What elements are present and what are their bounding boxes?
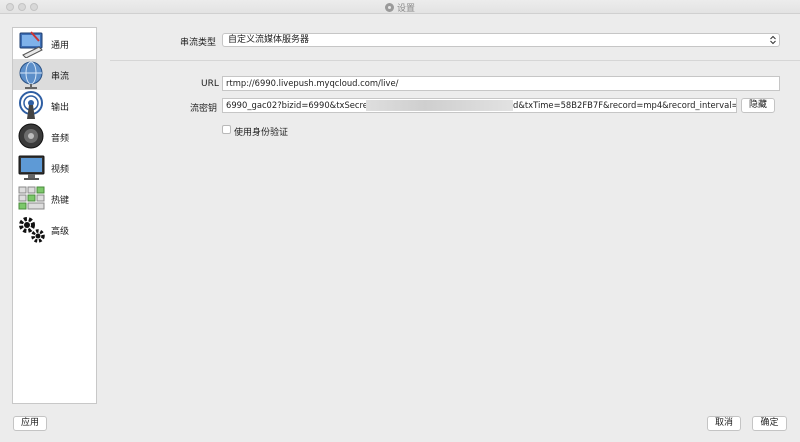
- sidebar-item-label: 高级: [51, 227, 70, 237]
- stream-key-input[interactable]: 6990_gac02?bizid=6990&txSecret=8 d&txTim…: [222, 98, 737, 113]
- stream-key-label: 流密钥: [190, 104, 218, 114]
- sidebar-item-stream[interactable]: 串流: [13, 59, 96, 90]
- url-input[interactable]: rtmp://6990.livepush.myqcloud.com/live/: [222, 76, 780, 91]
- stream-type-select[interactable]: 自定义流媒体服务器: [222, 33, 780, 47]
- app-gear-icon: [384, 3, 394, 12]
- sidebar-item-label: 音频: [51, 134, 70, 144]
- sidebar-item-label: 视频: [51, 165, 70, 175]
- sidebar-item-general[interactable]: 通用: [13, 28, 96, 59]
- url-value: rtmp://6990.livepush.myqcloud.com/live/: [226, 78, 399, 88]
- sidebar-item-advanced[interactable]: 高级: [13, 214, 96, 245]
- monitor-icon: [18, 155, 45, 180]
- ok-button[interactable]: 确定: [752, 416, 787, 431]
- updown-chevron-icon: [770, 35, 776, 45]
- sidebar-item-hotkeys[interactable]: 热键: [13, 183, 96, 214]
- url-label: URL: [201, 79, 219, 89]
- stream-globe-icon: [19, 61, 43, 89]
- use-auth-checkbox[interactable]: [222, 125, 231, 134]
- window-title: 设置: [396, 4, 415, 14]
- cancel-button[interactable]: 取消: [707, 416, 741, 431]
- apply-button[interactable]: 应用: [13, 416, 47, 431]
- window-title-wrap: 设置: [0, 1, 800, 14]
- sidebar-item-label: 通用: [51, 41, 70, 51]
- hide-key-button[interactable]: 隐藏: [741, 98, 775, 113]
- stream-type-value: 自定义流媒体服务器: [228, 35, 310, 45]
- sidebar-item-label: 热键: [51, 196, 70, 206]
- sidebar-item-video[interactable]: 视频: [13, 152, 96, 183]
- stream-key-value-end: d&txTime=58B2FB7F&record=mp4&record_inte…: [513, 100, 737, 110]
- stream-key-value-start: 6990_gac02?bizid=6990&txSecret=8: [226, 100, 384, 110]
- settings-sidebar: 通用 串流 输出 音频 视频 热键 高级: [12, 27, 97, 404]
- redacted-secret: [366, 100, 513, 111]
- sidebar-item-label: 串流: [51, 72, 70, 82]
- title-bar: 设置: [0, 0, 800, 14]
- gears-icon: [19, 217, 45, 243]
- sidebar-item-audio[interactable]: 音频: [13, 121, 96, 152]
- keyboard-icon: [18, 186, 45, 210]
- sidebar-item-output[interactable]: 输出: [13, 90, 96, 121]
- speaker-icon: [18, 123, 44, 149]
- section-divider: [110, 60, 800, 61]
- output-broadcast-icon: [19, 91, 43, 119]
- sidebar-item-label: 输出: [51, 103, 70, 113]
- use-auth-label: 使用身份验证: [234, 128, 289, 138]
- stream-type-label: 串流类型: [180, 38, 217, 48]
- general-icon: [19, 31, 43, 58]
